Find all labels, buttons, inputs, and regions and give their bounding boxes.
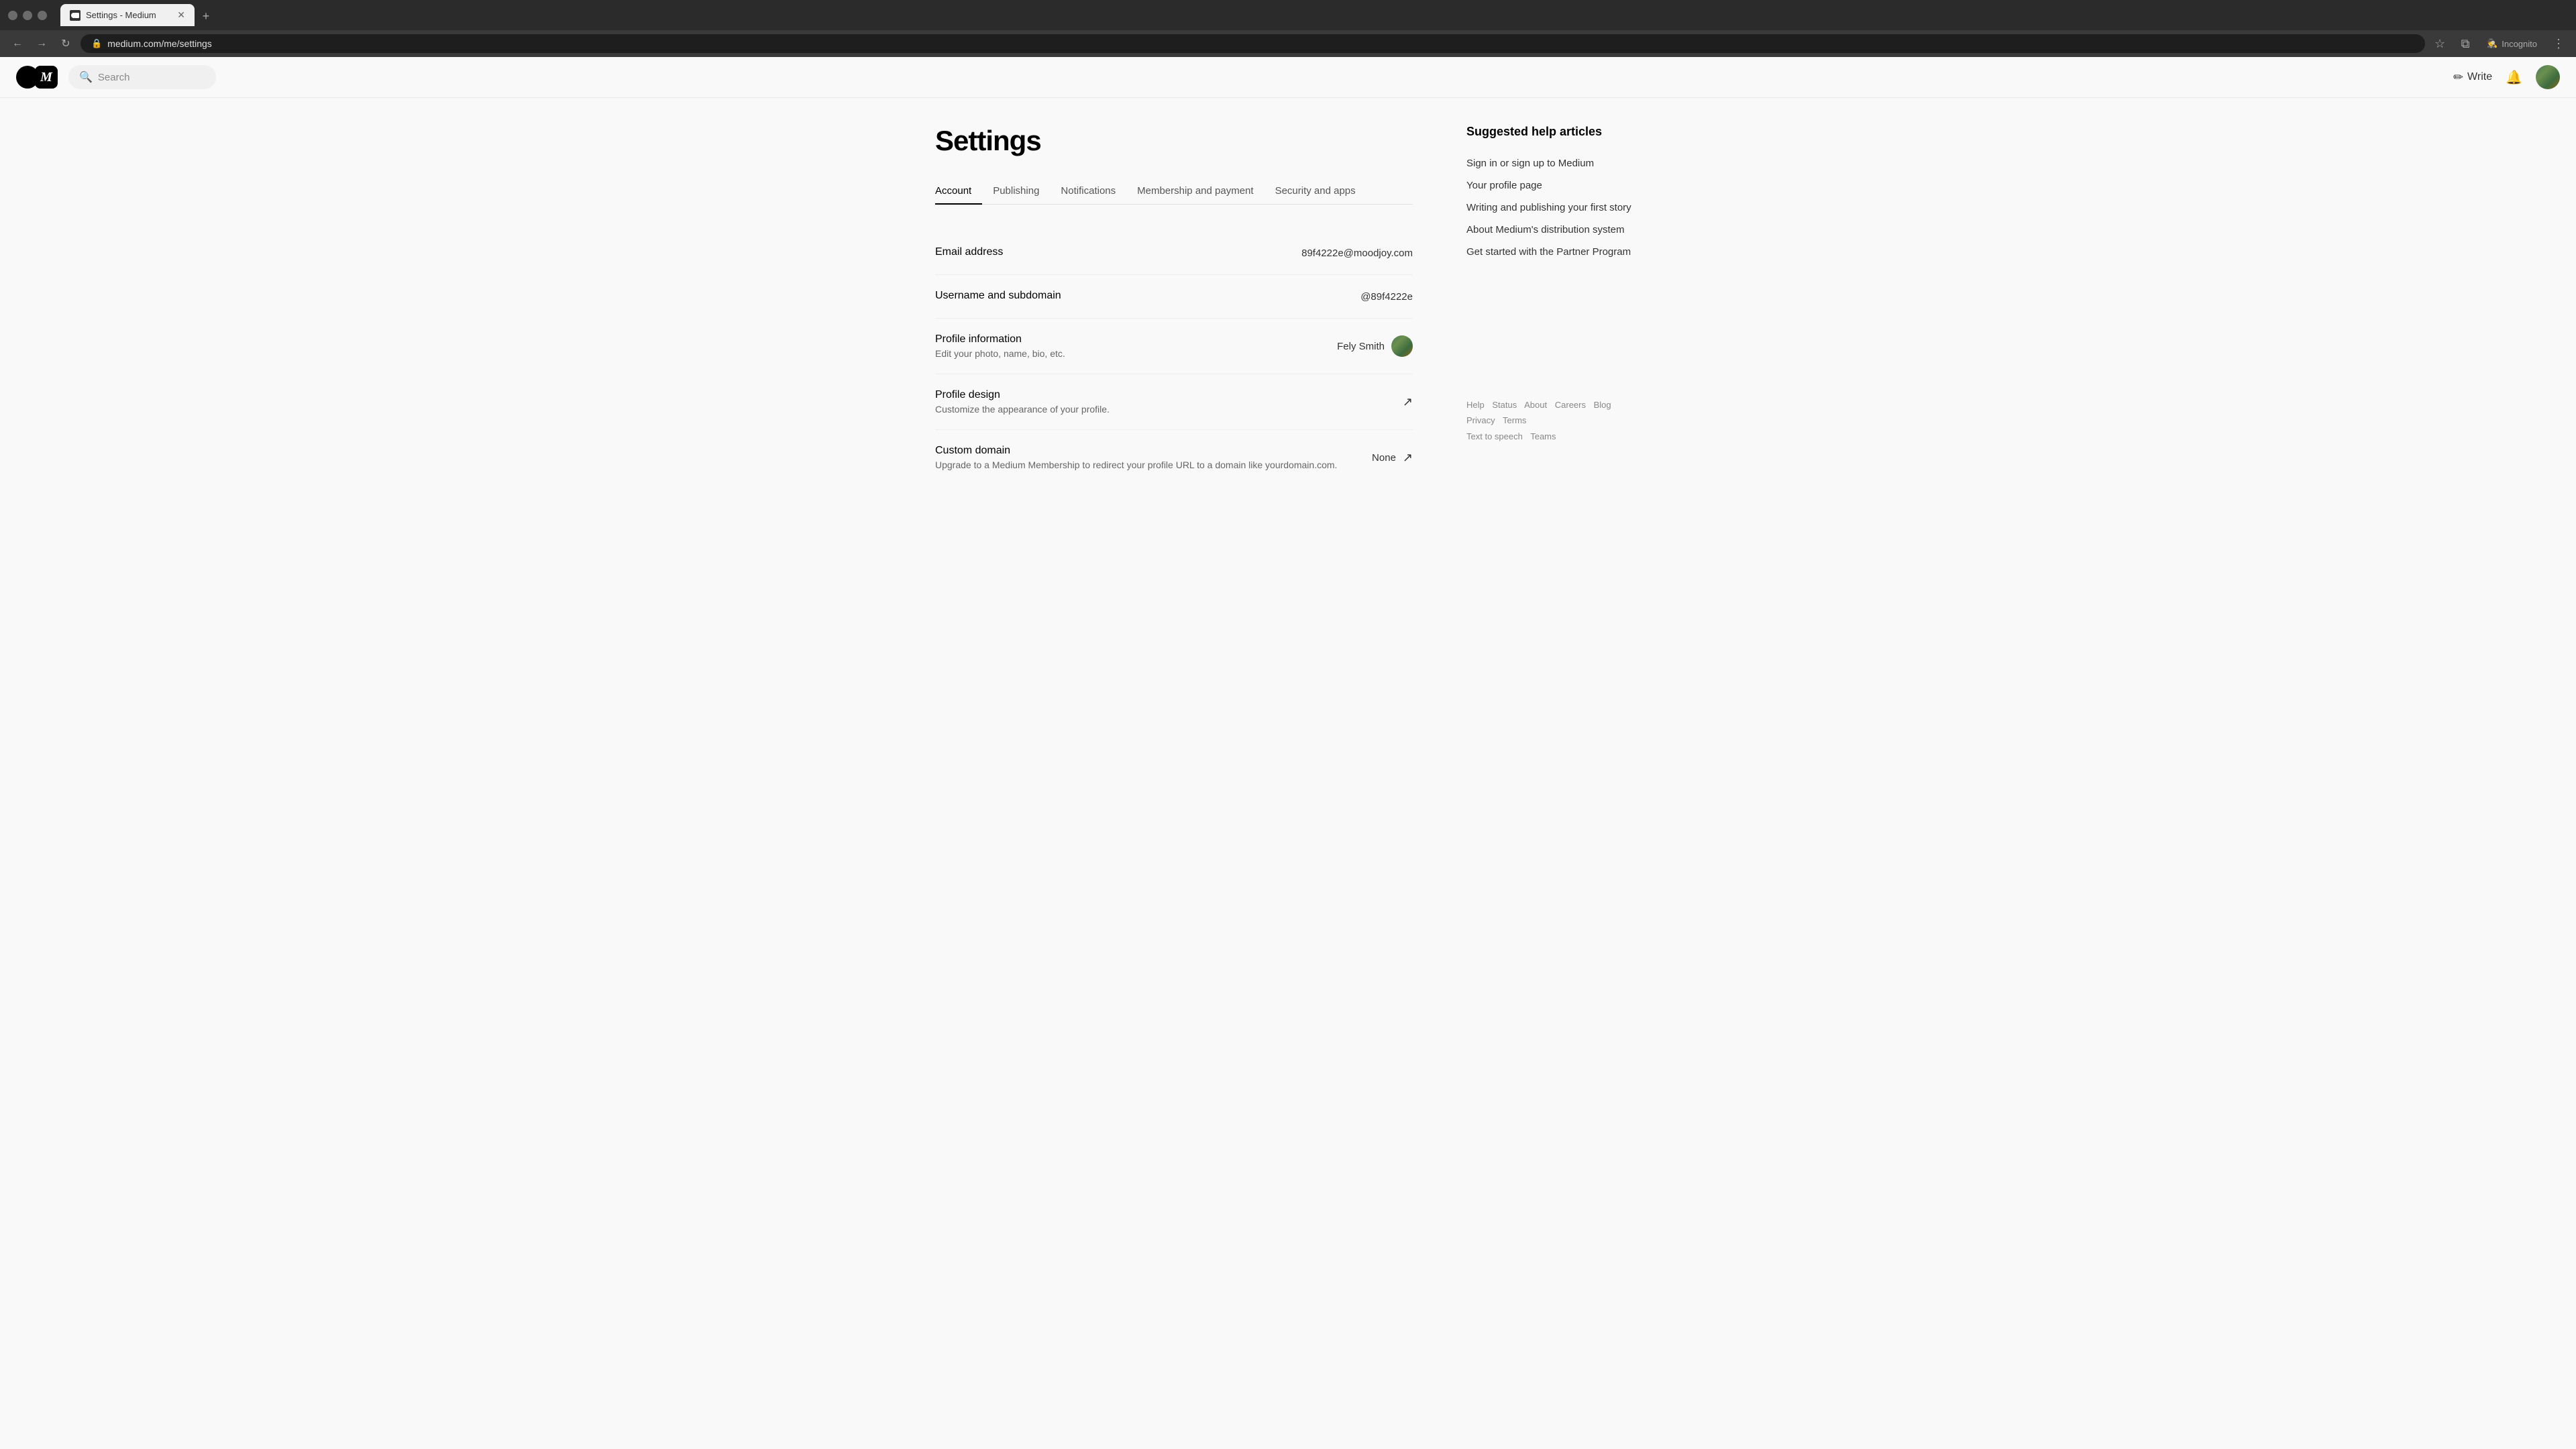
- custom-domain-label: Custom domain: [935, 445, 1372, 457]
- custom-domain-external-link-icon[interactable]: ↗: [1403, 451, 1413, 465]
- notifications-bell-icon[interactable]: 🔔: [2506, 69, 2522, 86]
- page-header: M 🔍 Search ✏ Write 🔔: [0, 57, 2576, 98]
- tab-bar: Settings - Medium ✕ +: [52, 4, 2568, 26]
- help-link-distribution[interactable]: About Medium's distribution system: [1466, 219, 1641, 241]
- username-text: @89f4222e: [1360, 291, 1413, 303]
- footer-link-privacy[interactable]: Privacy: [1466, 415, 1495, 425]
- table-row: Custom domain Upgrade to a Medium Member…: [935, 430, 1413, 485]
- more-options-icon[interactable]: ⋮: [2549, 34, 2568, 53]
- tab-account[interactable]: Account: [935, 178, 982, 205]
- profile-avatar: [1391, 335, 1413, 357]
- help-link-profile[interactable]: Your profile page: [1466, 174, 1641, 197]
- help-link-signin[interactable]: Sign in or sign up to Medium: [1466, 152, 1641, 174]
- search-bar[interactable]: 🔍 Search: [68, 65, 216, 89]
- search-icon: 🔍: [79, 70, 93, 84]
- medium-logo[interactable]: M: [16, 66, 58, 89]
- header-right: ✏ Write 🔔: [2453, 65, 2560, 89]
- profile-name-text: Fely Smith: [1337, 341, 1385, 352]
- footer-link-careers[interactable]: Careers: [1555, 400, 1586, 410]
- tab-security[interactable]: Security and apps: [1265, 178, 1366, 205]
- table-row: Profile design Customize the appearance …: [935, 374, 1413, 430]
- footer-links: Help Status About Careers Blog Privacy T…: [1466, 397, 1641, 444]
- profile-info-sublabel: Edit your photo, name, bio, etc.: [935, 348, 1337, 359]
- profile-info-label: Profile information: [935, 333, 1337, 345]
- incognito-icon: 🕵: [2487, 38, 2498, 49]
- active-tab[interactable]: Settings - Medium ✕: [60, 4, 195, 26]
- row-label-area-domain: Custom domain Upgrade to a Medium Member…: [935, 445, 1372, 470]
- back-button[interactable]: ←: [8, 34, 27, 53]
- settings-rows: Email address 89f4222e@moodjoy.com Usern…: [935, 231, 1413, 485]
- browser-chrome: Settings - Medium ✕ + ← → ↻ 🔒 medium.com…: [0, 0, 2576, 57]
- window-minimize-button[interactable]: [23, 11, 32, 20]
- new-tab-button[interactable]: +: [196, 6, 216, 26]
- tab-publishing[interactable]: Publishing: [982, 178, 1050, 205]
- settings-area: Settings Account Publishing Notification…: [935, 125, 1413, 485]
- bookmark-icon[interactable]: ☆: [2430, 34, 2449, 53]
- forward-button[interactable]: →: [32, 34, 51, 53]
- table-row: Profile information Edit your photo, nam…: [935, 319, 1413, 374]
- profile-info-value[interactable]: Fely Smith: [1337, 335, 1413, 357]
- tab-title: Settings - Medium: [86, 10, 172, 20]
- footer-link-terms[interactable]: Terms: [1503, 415, 1526, 425]
- profile-design-sublabel: Customize the appearance of your profile…: [935, 404, 1403, 415]
- toolbar-right: ☆ ⧉ 🕵 Incognito ⋮: [2430, 34, 2568, 53]
- profile-design-value[interactable]: ↗: [1403, 395, 1413, 409]
- write-button[interactable]: ✏ Write: [2453, 70, 2492, 85]
- username-value[interactable]: @89f4222e: [1360, 291, 1413, 303]
- email-label: Email address: [935, 246, 1301, 258]
- settings-tabs-nav: Account Publishing Notifications Members…: [935, 178, 1413, 205]
- sidebar: Suggested help articles Sign in or sign …: [1466, 125, 1641, 485]
- address-bar-row: ← → ↻ 🔒 medium.com/me/settings ☆ ⧉ 🕵 Inc…: [0, 30, 2576, 57]
- table-row: Username and subdomain @89f4222e: [935, 275, 1413, 319]
- footer-link-teams[interactable]: Teams: [1530, 431, 1556, 441]
- custom-domain-sublabel: Upgrade to a Medium Membership to redire…: [935, 460, 1372, 470]
- footer-link-help[interactable]: Help: [1466, 400, 1485, 410]
- window-controls: [8, 11, 47, 20]
- suggested-help-title: Suggested help articles: [1466, 125, 1641, 139]
- table-row: Email address 89f4222e@moodjoy.com: [935, 231, 1413, 275]
- address-bar[interactable]: 🔒 medium.com/me/settings: [80, 34, 2425, 53]
- write-pencil-icon: ✏: [2453, 70, 2463, 85]
- user-avatar[interactable]: [2536, 65, 2560, 89]
- browser-titlebar: Settings - Medium ✕ +: [0, 0, 2576, 30]
- logo-m: M: [35, 66, 58, 89]
- help-link-partner[interactable]: Get started with the Partner Program: [1466, 241, 1641, 263]
- footer-link-tts[interactable]: Text to speech: [1466, 431, 1523, 441]
- footer-link-blog[interactable]: Blog: [1594, 400, 1611, 410]
- custom-domain-value[interactable]: None ↗: [1372, 451, 1413, 465]
- window-close-button[interactable]: [8, 11, 17, 20]
- email-address-text: 89f4222e@moodjoy.com: [1301, 248, 1413, 259]
- row-label-area-design: Profile design Customize the appearance …: [935, 389, 1403, 415]
- tab-favicon: [70, 10, 80, 21]
- write-label: Write: [2467, 71, 2492, 83]
- custom-domain-text: None: [1372, 452, 1396, 464]
- incognito-label: Incognito: [2502, 39, 2537, 49]
- url-display: medium.com/me/settings: [107, 38, 212, 49]
- tab-membership[interactable]: Membership and payment: [1126, 178, 1264, 205]
- tab-notifications[interactable]: Notifications: [1050, 178, 1126, 205]
- footer-link-about[interactable]: About: [1524, 400, 1547, 410]
- help-link-writing[interactable]: Writing and publishing your first story: [1466, 197, 1641, 219]
- row-label-area-username: Username and subdomain: [935, 290, 1360, 303]
- external-link-icon[interactable]: ↗: [1403, 395, 1413, 409]
- sidebar-toggle-icon[interactable]: ⧉: [2456, 34, 2475, 53]
- search-placeholder-text: Search: [98, 72, 130, 83]
- username-label: Username and subdomain: [935, 290, 1360, 302]
- row-label-area-email: Email address: [935, 246, 1301, 260]
- page-title: Settings: [935, 125, 1413, 157]
- tab-close-button[interactable]: ✕: [177, 9, 185, 21]
- main-content: Settings Account Publishing Notification…: [919, 98, 1657, 512]
- row-label-area-profile: Profile information Edit your photo, nam…: [935, 333, 1337, 359]
- reload-button[interactable]: ↻: [56, 34, 75, 53]
- email-value[interactable]: 89f4222e@moodjoy.com: [1301, 248, 1413, 259]
- profile-design-label: Profile design: [935, 389, 1403, 401]
- footer-link-status[interactable]: Status: [1492, 400, 1517, 410]
- window-maximize-button[interactable]: [38, 11, 47, 20]
- incognito-button[interactable]: 🕵 Incognito: [2481, 36, 2542, 52]
